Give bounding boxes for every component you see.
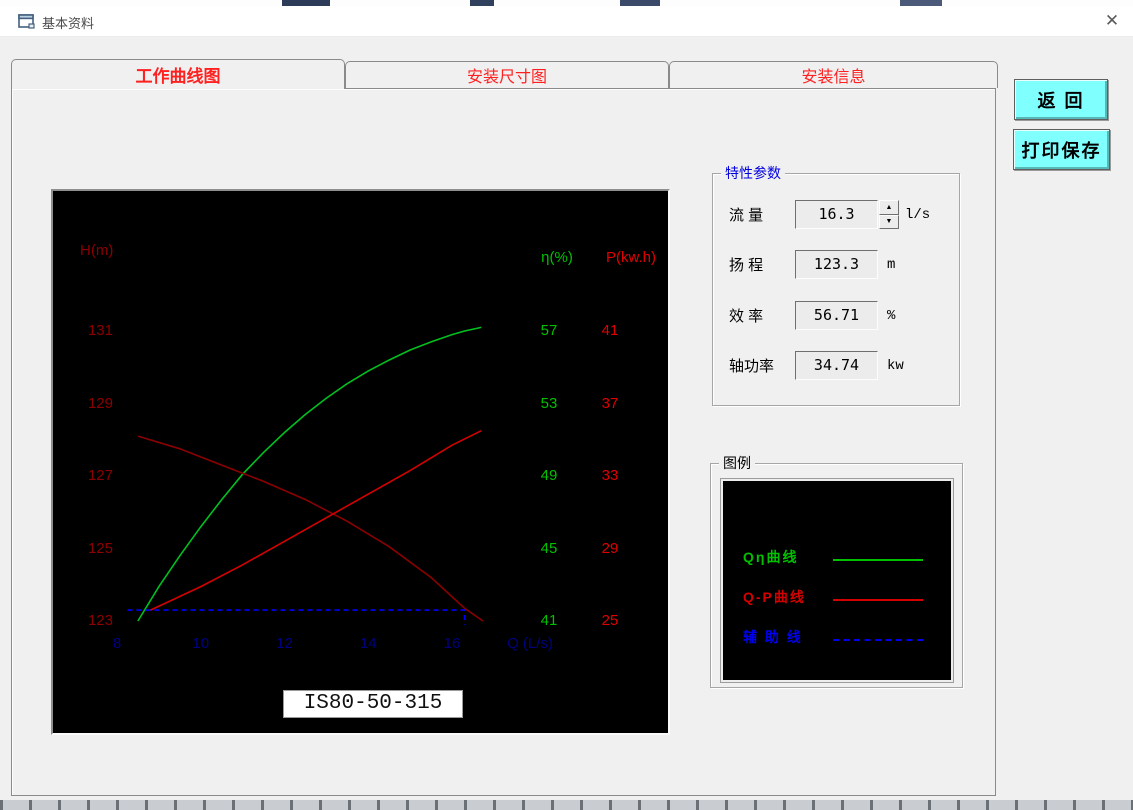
flow-value-input[interactable]: 16.3	[795, 200, 878, 229]
eta-tick: 41	[540, 612, 558, 629]
p-tick: 33	[601, 467, 619, 484]
tab-installation-info-label: 安装信息	[801, 69, 866, 86]
tab-working-curve[interactable]: 工作曲线图	[11, 59, 345, 89]
flow-unit: l/s	[905, 206, 931, 223]
pump-curve-chart: H(m) η(%) P(kw.h) Q (L/s) 131 129 127 125 12…	[51, 189, 670, 735]
power-axis-title: P(kw.h)	[605, 249, 656, 266]
parameters-group-title: 特性参数	[721, 165, 785, 182]
legend-item-label: 辅 助 线	[743, 629, 803, 645]
efficiency-unit: %	[887, 307, 896, 324]
h-tick: 125	[87, 539, 113, 557]
left-axis-title: H(m)	[80, 242, 114, 259]
legend-group-title: 图例	[719, 455, 755, 472]
eta-tick: 49	[540, 467, 558, 484]
shaft-power-row: 轴功率 34.74 kw	[729, 351, 904, 380]
head-value-field: 123.3	[795, 250, 878, 279]
shaft-power-unit: kw	[887, 357, 904, 374]
eta-tick: 45	[540, 539, 558, 557]
q-tick: 12	[276, 635, 293, 652]
head-label: 扬 程	[729, 257, 764, 274]
curve-辅助线	[127, 609, 466, 625]
flow-label: 流 量	[729, 207, 764, 224]
efficiency-label: 效 率	[729, 308, 764, 325]
eta-axis-title: η(%)	[541, 249, 573, 266]
tab-installation-dimensions-label: 安装尺寸图	[466, 69, 547, 86]
titlebar: 基本资料	[0, 6, 1133, 37]
legend-item-line	[833, 639, 923, 641]
flow-spinner: ▲ ▼	[879, 200, 899, 229]
legend-groupbox: 图例 Qη曲线 Q-P曲线辅 助 线	[710, 455, 963, 688]
form-icon	[18, 13, 35, 34]
p-tick: 29	[601, 539, 619, 557]
h-tick: 127	[87, 467, 113, 484]
tab-installation-dimensions[interactable]: 安装尺寸图	[345, 61, 669, 88]
curve-Q-H曲线	[137, 435, 484, 622]
eta-tick: 53	[540, 394, 558, 412]
shaft-power-label: 轴功率	[729, 358, 775, 375]
window-title: 基本资料	[42, 16, 95, 31]
p-tick: 41	[601, 322, 619, 339]
legend-box: Qη曲线 Q-P曲线辅 助 线	[721, 479, 953, 682]
head-row: 扬 程 123.3 m	[729, 250, 895, 279]
legend-item-line	[833, 559, 923, 561]
legend-item-label: Qη曲线	[743, 549, 799, 565]
curve-Q-P曲线	[150, 429, 482, 611]
spin-down-button[interactable]: ▼	[879, 214, 899, 229]
pump-model-label: IS80-50-315	[283, 690, 463, 718]
x-axis-title: Q (L/s)	[507, 635, 553, 652]
efficiency-value-field: 56.71	[795, 301, 878, 330]
desktop-background-bottom	[0, 800, 1133, 810]
legend-item-line	[833, 599, 923, 601]
tab-installation-info[interactable]: 安装信息	[669, 61, 998, 88]
h-tick: 129	[87, 394, 113, 412]
legend-item-label: Q-P曲线	[743, 589, 806, 605]
eta-tick: 57	[540, 322, 558, 339]
q-tick: 14	[359, 635, 377, 652]
q-tick: 8	[112, 635, 122, 652]
flow-row: 流 量 16.3 ▲ ▼ l/s	[729, 200, 930, 229]
tab-working-curve-label: 工作曲线图	[135, 67, 221, 86]
shaft-power-value-field: 34.74	[795, 351, 878, 380]
p-tick: 37	[601, 394, 619, 412]
back-button[interactable]: 返 回	[1014, 79, 1108, 120]
close-button[interactable]: ✕	[1098, 8, 1126, 34]
parameters-groupbox: 特性参数 流 量 16.3 ▲ ▼ l/s 扬 程 123.3 m 效 率 56.…	[712, 165, 960, 406]
spin-up-button[interactable]: ▲	[879, 200, 899, 215]
print-save-button[interactable]: 打印保存	[1013, 129, 1110, 170]
h-tick: 131	[87, 322, 113, 339]
q-tick: 10	[192, 635, 210, 652]
h-tick: 123	[87, 612, 113, 629]
q-tick: 16	[443, 635, 461, 652]
efficiency-row: 效 率 56.71 %	[729, 301, 895, 330]
p-tick: 25	[601, 612, 619, 629]
head-unit: m	[887, 256, 896, 273]
